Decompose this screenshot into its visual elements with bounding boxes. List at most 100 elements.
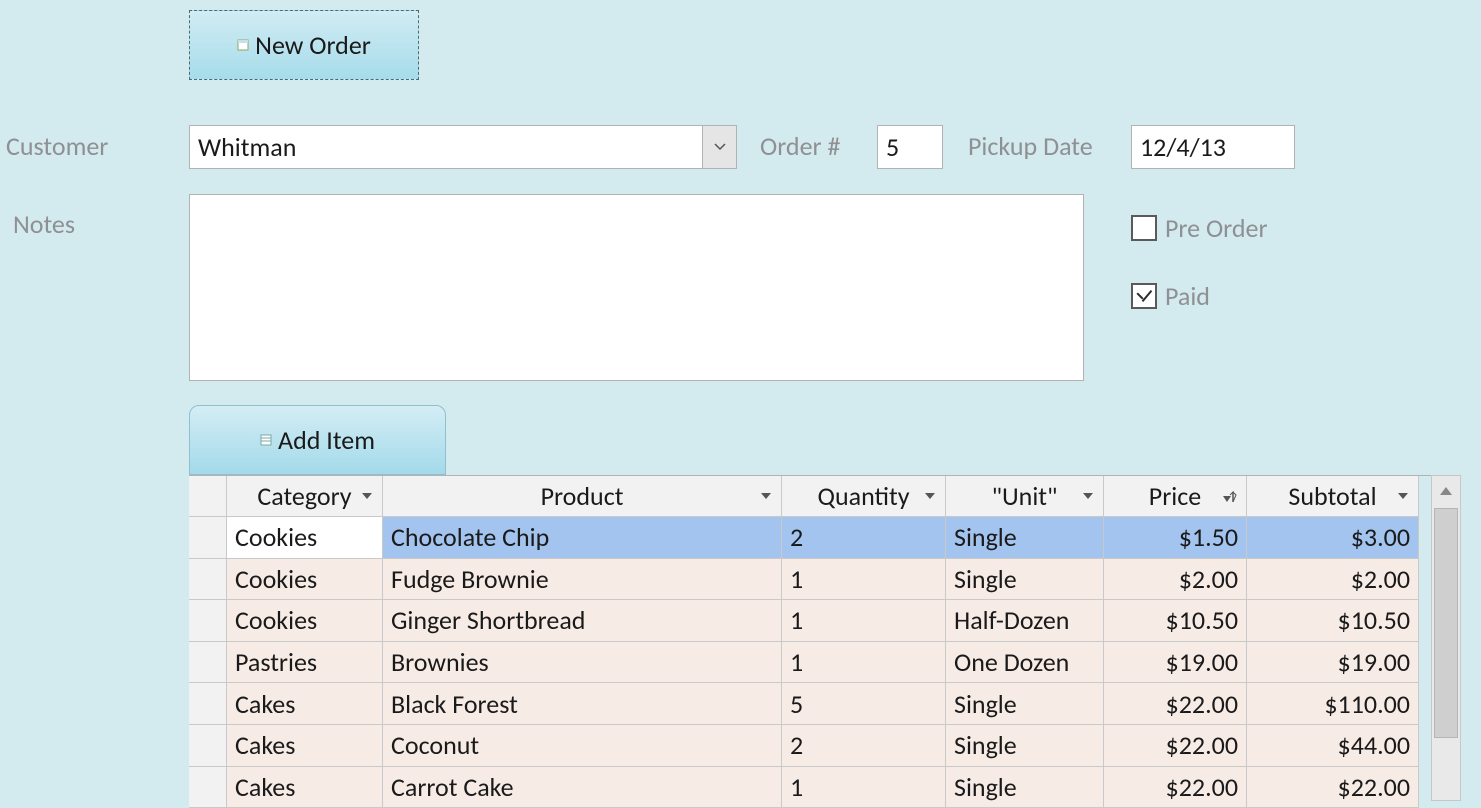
table-cell[interactable]: $3.00 xyxy=(1247,517,1419,559)
order-number-value: 5 xyxy=(886,131,899,163)
table-cell[interactable]: Single xyxy=(946,559,1104,601)
table-row[interactable]: CakesCoconut2Single$22.00$44.00 xyxy=(189,725,1431,767)
table-cell[interactable]: Coconut xyxy=(383,725,782,767)
header-product-label: Product xyxy=(541,480,624,512)
table-cell[interactable]: Cakes xyxy=(227,683,383,725)
header-unit-label: "Unit" xyxy=(992,480,1058,512)
table-cell[interactable]: Cookies xyxy=(227,559,383,601)
table-cell[interactable] xyxy=(189,683,227,725)
header-category-label: Category xyxy=(257,480,351,512)
header-category[interactable]: Category xyxy=(227,476,383,517)
filter-dropdown-icon[interactable] xyxy=(358,487,376,505)
add-item-button[interactable]: Add Item xyxy=(189,405,446,475)
table-row[interactable]: CookiesGinger Shortbread1Half-Dozen$10.5… xyxy=(189,600,1431,642)
table-cell[interactable]: $22.00 xyxy=(1104,767,1247,808)
table-cell[interactable]: 1 xyxy=(782,767,946,808)
table-cell[interactable] xyxy=(189,517,227,559)
scroll-up-icon[interactable] xyxy=(1432,476,1460,506)
table-cell[interactable]: 2 xyxy=(782,517,946,559)
table-cell[interactable]: Single xyxy=(946,725,1104,767)
table-cell[interactable]: $22.00 xyxy=(1247,767,1419,808)
table-cell[interactable]: $19.00 xyxy=(1104,642,1247,684)
filter-dropdown-icon[interactable] xyxy=(757,487,775,505)
table-row[interactable]: PastriesBrownies1One Dozen$19.00$19.00 xyxy=(189,642,1431,684)
table-cell[interactable]: $2.00 xyxy=(1247,559,1419,601)
table-row[interactable]: CakesBlack Forest5Single$22.00$110.00 xyxy=(189,683,1431,725)
table-cell[interactable]: 2 xyxy=(782,725,946,767)
new-order-button[interactable]: New Order xyxy=(189,10,419,80)
table-cell[interactable]: Half-Dozen xyxy=(946,600,1104,642)
table-cell[interactable]: Black Forest xyxy=(383,683,782,725)
table-cell[interactable]: Cakes xyxy=(227,725,383,767)
header-unit[interactable]: "Unit" xyxy=(946,476,1104,517)
table-row[interactable]: CookiesFudge Brownie1Single$2.00$2.00 xyxy=(189,559,1431,601)
table-cell[interactable]: Fudge Brownie xyxy=(383,559,782,601)
table-cell[interactable]: $110.00 xyxy=(1247,683,1419,725)
order-number-input[interactable]: 5 xyxy=(877,125,943,169)
header-quantity-label: Quantity xyxy=(818,480,910,512)
customer-value: Whitman xyxy=(190,126,702,168)
customer-dropdown-button[interactable] xyxy=(702,126,736,168)
paid-checkbox[interactable] xyxy=(1131,283,1157,309)
row-selector-header[interactable] xyxy=(189,476,227,517)
table-cell[interactable]: Single xyxy=(946,683,1104,725)
table-cell[interactable] xyxy=(189,642,227,684)
table-row[interactable]: CakesCarrot Cake1Single$22.00$22.00 xyxy=(189,767,1431,808)
table-cell[interactable]: Cakes xyxy=(227,767,383,808)
table-cell[interactable] xyxy=(189,559,227,601)
header-subtotal-label: Subtotal xyxy=(1288,480,1376,512)
customer-select[interactable]: Whitman xyxy=(189,125,737,169)
vertical-scrollbar[interactable] xyxy=(1431,475,1461,801)
table-header: Category Product Quantity "Unit" Price xyxy=(189,476,1431,517)
sort-asc-icon[interactable] xyxy=(1220,487,1240,505)
table-cell[interactable]: $19.00 xyxy=(1247,642,1419,684)
table-cell[interactable]: $1.50 xyxy=(1104,517,1247,559)
table-cell[interactable]: One Dozen xyxy=(946,642,1104,684)
table-cell[interactable]: Single xyxy=(946,767,1104,808)
table-cell[interactable]: 1 xyxy=(782,559,946,601)
table-cell[interactable]: 1 xyxy=(782,600,946,642)
table-cell[interactable] xyxy=(189,600,227,642)
pickup-date-label: Pickup Date xyxy=(968,130,1093,162)
pre-order-row: Pre Order xyxy=(1131,212,1268,244)
order-number-label: Order # xyxy=(760,130,840,162)
table-cell[interactable]: Cookies xyxy=(227,517,383,559)
table-cell[interactable]: Carrot Cake xyxy=(383,767,782,808)
pickup-date-input[interactable]: 12/4/13 xyxy=(1131,125,1295,169)
table-row[interactable]: CookiesChocolate Chip2Single$1.50$3.00 xyxy=(189,517,1431,559)
table-cell[interactable]: $22.00 xyxy=(1104,725,1247,767)
table-cell[interactable] xyxy=(189,725,227,767)
scrollbar-thumb[interactable] xyxy=(1434,508,1458,738)
notes-label: Notes xyxy=(13,208,75,240)
header-subtotal[interactable]: Subtotal xyxy=(1247,476,1419,517)
filter-dropdown-icon[interactable] xyxy=(1079,487,1097,505)
pre-order-checkbox[interactable] xyxy=(1131,215,1157,241)
table-cell[interactable]: $22.00 xyxy=(1104,683,1247,725)
table-cell[interactable] xyxy=(189,767,227,808)
table-cell[interactable]: Single xyxy=(946,517,1104,559)
table-cell[interactable]: Brownies xyxy=(383,642,782,684)
header-price-label: Price xyxy=(1149,480,1201,512)
table-cell[interactable]: $2.00 xyxy=(1104,559,1247,601)
add-item-icon xyxy=(260,434,272,446)
table-cell[interactable]: Pastries xyxy=(227,642,383,684)
add-item-label: Add Item xyxy=(278,424,375,456)
table-cell[interactable]: $10.50 xyxy=(1247,600,1419,642)
paid-label: Paid xyxy=(1165,280,1210,312)
customer-label: Customer xyxy=(6,130,108,162)
chevron-down-icon xyxy=(714,143,726,151)
header-quantity[interactable]: Quantity xyxy=(782,476,946,517)
notes-textarea[interactable] xyxy=(189,194,1084,381)
table-cell[interactable]: $44.00 xyxy=(1247,725,1419,767)
table-cell[interactable]: Ginger Shortbread xyxy=(383,600,782,642)
filter-dropdown-icon[interactable] xyxy=(1394,487,1412,505)
header-product[interactable]: Product xyxy=(383,476,782,517)
table-cell[interactable]: Chocolate Chip xyxy=(383,517,782,559)
table-cell[interactable]: $10.50 xyxy=(1104,600,1247,642)
filter-dropdown-icon[interactable] xyxy=(921,487,939,505)
table-cell[interactable]: 5 xyxy=(782,683,946,725)
header-price[interactable]: Price xyxy=(1104,476,1247,517)
paid-row: Paid xyxy=(1131,280,1210,312)
table-cell[interactable]: 1 xyxy=(782,642,946,684)
table-cell[interactable]: Cookies xyxy=(227,600,383,642)
